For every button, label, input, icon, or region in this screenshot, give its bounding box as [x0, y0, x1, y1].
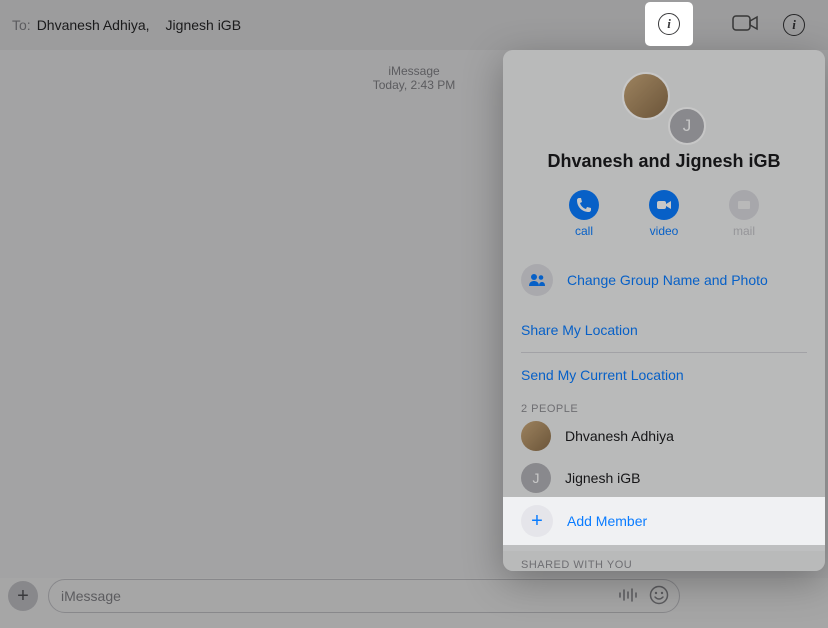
- video-icon: [649, 190, 679, 220]
- message-placeholder: iMessage: [61, 588, 121, 604]
- info-icon: i: [658, 13, 680, 35]
- person-name: Jignesh iGB: [565, 470, 640, 486]
- details-popover: J Dhvanesh and Jignesh iGB call video m: [503, 50, 825, 571]
- to-label: To:: [12, 17, 31, 33]
- recipient-2[interactable]: Jignesh iGB: [166, 17, 241, 33]
- person-name: Dhvanesh Adhiya: [565, 428, 674, 444]
- info-button-highlight[interactable]: i: [645, 2, 693, 46]
- emoji-icon[interactable]: [649, 585, 669, 608]
- message-input[interactable]: iMessage: [48, 579, 680, 613]
- send-location-row[interactable]: Send My Current Location: [503, 353, 825, 397]
- avatar-jignesh: J: [668, 107, 706, 145]
- plus-icon: +: [521, 505, 553, 537]
- mail-label: mail: [733, 224, 755, 238]
- share-location-row[interactable]: Share My Location: [503, 308, 825, 352]
- call-label: call: [575, 224, 593, 238]
- shared-section-label: SHARED WITH YOU: [503, 559, 825, 571]
- mail-button: mail: [729, 190, 759, 238]
- facetime-video-icon[interactable]: [732, 13, 758, 38]
- recipient-1[interactable]: Dhvanesh Adhiya,: [37, 17, 150, 33]
- people-section-label: 2 PEOPLE: [503, 403, 825, 415]
- add-attachment-button[interactable]: +: [8, 581, 38, 611]
- group-avatars: J: [503, 72, 825, 131]
- person-row-2[interactable]: J Jignesh iGB: [503, 457, 825, 499]
- add-member-label: Add Member: [567, 513, 647, 529]
- video-button[interactable]: video: [649, 190, 679, 238]
- avatar-icon: [521, 421, 551, 451]
- people-icon: [521, 264, 553, 296]
- call-button[interactable]: call: [569, 190, 599, 238]
- add-member-row[interactable]: + Add Member: [503, 497, 825, 545]
- compose-bar: + iMessage: [0, 576, 688, 616]
- audio-waveform-icon[interactable]: [617, 585, 637, 608]
- avatar-icon: J: [521, 463, 551, 493]
- group-title: Dhvanesh and Jignesh iGB: [503, 151, 825, 172]
- change-group-label: Change Group Name and Photo: [567, 272, 768, 288]
- video-label: video: [650, 224, 679, 238]
- person-row-1[interactable]: Dhvanesh Adhiya: [503, 415, 825, 457]
- change-group-name-row[interactable]: Change Group Name and Photo: [521, 264, 807, 296]
- conversation-header: To: Dhvanesh Adhiya, Jignesh iGB i: [0, 0, 828, 50]
- mail-icon: [729, 190, 759, 220]
- avatar-dhvanesh: [622, 72, 670, 120]
- details-info-button[interactable]: i: [772, 3, 816, 47]
- info-icon: i: [783, 14, 805, 36]
- phone-icon: [569, 190, 599, 220]
